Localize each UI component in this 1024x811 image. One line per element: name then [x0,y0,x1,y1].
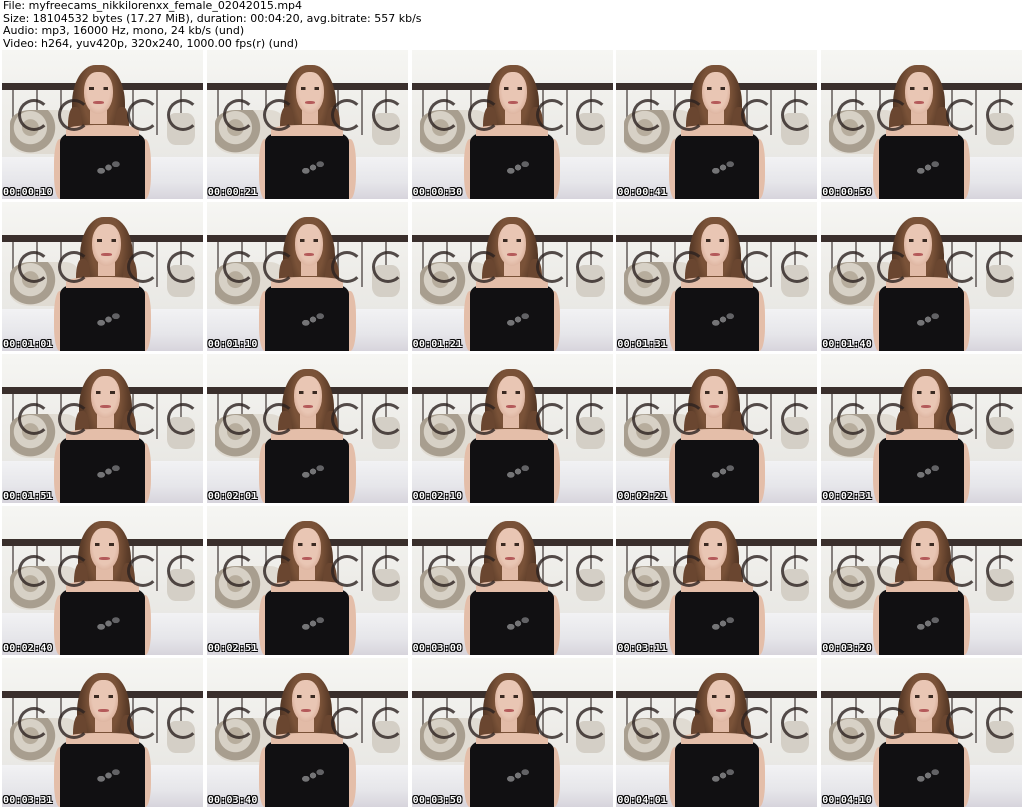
thumbnail-image [411,658,613,807]
video-thumbnail: 00:03:20 [821,506,1023,655]
video-thumbnail: 00:01:51 [2,354,203,503]
video-thumbnail: 00:04:01 [616,658,818,807]
video-thumbnail: 00:02:01 [206,354,408,503]
thumbnail-timestamp: 00:01:51 [3,491,53,502]
video-thumbnail: 00:03:31 [2,658,203,807]
thumbnail-image [2,506,203,655]
thumbnail-timestamp: 00:03:40 [207,795,258,806]
thumbnail-image [616,506,818,655]
thumbnail-timestamp: 00:02:01 [207,491,258,502]
thumbnail-timestamp: 00:03:00 [412,643,463,654]
thumbnail-timestamp: 00:00:30 [412,187,463,198]
thumbnail-timestamp: 00:00:21 [207,187,258,198]
video-thumbnail: 00:01:31 [616,202,818,351]
thumbnail-timestamp: 00:01:40 [822,339,872,350]
video-line: Video: h264, yuv420p, 320x240, 1000.00 f… [3,36,299,50]
thumbnail-timestamp: 00:02:31 [822,491,872,502]
thumbnail-timestamp: 00:01:01 [3,339,53,350]
video-thumbnail: 00:01:10 [206,202,408,351]
thumbnail-timestamp: 00:01:10 [207,339,258,350]
thumbnail-timestamp: 00:01:21 [412,339,463,350]
thumbnail-image [2,354,203,503]
thumbnail-image [616,50,818,199]
video-thumbnail: 00:00:30 [411,50,613,199]
video-thumbnail: 00:03:11 [616,506,818,655]
thumbnail-timestamp: 00:04:10 [822,795,872,806]
audio-line: Audio: mp3, 16000 Hz, mono, 24 kb/s (und… [3,24,245,37]
video-thumbnail: 00:01:40 [821,202,1023,351]
thumbnail-image [411,50,613,199]
thumbnail-timestamp: 00:02:40 [3,643,53,654]
thumbnail-timestamp: 00:03:20 [822,643,872,654]
video-thumbnail: 00:00:41 [616,50,818,199]
thumbnail-image [206,354,408,503]
thumbnail-image [616,202,818,351]
thumbnail-image [2,202,203,351]
thumbnail-timestamp: 00:02:21 [617,491,668,502]
video-thumbnail: 00:00:10 [2,50,203,199]
thumbnail-timestamp: 00:03:31 [3,795,53,806]
thumbnail-image [411,506,613,655]
file-name-line: File: myfreecams_nikkilorenxx_female_020… [3,0,303,12]
thumbnail-image [821,658,1023,807]
thumbnail-image [616,658,818,807]
thumbnail-timestamp: 00:00:41 [617,187,668,198]
thumbnail-timestamp: 00:04:01 [617,795,668,806]
thumbnail-image [411,354,613,503]
video-thumbnail: 00:04:10 [821,658,1023,807]
video-thumbnail: 00:02:21 [616,354,818,503]
thumbnail-image [2,658,203,807]
thumbnail-timestamp: 00:03:50 [412,795,463,806]
video-thumbnail: 00:03:40 [206,658,408,807]
thumbnail-image [2,50,203,199]
video-thumbnail: 00:00:21 [206,50,408,199]
thumbnail-image [206,506,408,655]
video-thumbnail: 00:01:21 [411,202,613,351]
thumbnail-timestamp: 00:02:10 [412,491,463,502]
thumbnail-image [821,354,1023,503]
thumbnail-timestamp: 00:00:50 [822,187,872,198]
video-thumbnail: 00:00:50 [821,50,1023,199]
video-thumbnail: 00:02:31 [821,354,1023,503]
thumbnail-image [821,50,1023,199]
video-thumbnail: 00:03:00 [411,506,613,655]
video-thumbnail: 00:03:50 [411,658,613,807]
thumbnail-image [821,506,1023,655]
video-thumbnail: 00:02:40 [2,506,203,655]
thumbnail-image [206,658,408,807]
thumbnail-timestamp: 00:03:11 [617,643,668,654]
thumbnail-image [206,50,408,199]
thumbnail-grid: 00:00:10 00:00:21 00:00:30 00:00:41 00:00:50… [2,50,1023,810]
thumbnail-timestamp: 00:01:31 [617,339,668,350]
thumbnail-image [821,202,1023,351]
video-thumbnail: 00:01:01 [2,202,203,351]
thumbnail-image [411,202,613,351]
thumbnail-image [616,354,818,503]
thumbnail-image [206,202,408,351]
file-info-header: File: myfreecams_nikkilorenxx_female_020… [3,0,422,50]
video-thumbnail: 00:02:10 [411,354,613,503]
thumbnail-timestamp: 00:02:51 [207,643,258,654]
thumbnail-timestamp: 00:00:10 [3,187,53,198]
video-thumbnail: 00:02:51 [206,506,408,655]
